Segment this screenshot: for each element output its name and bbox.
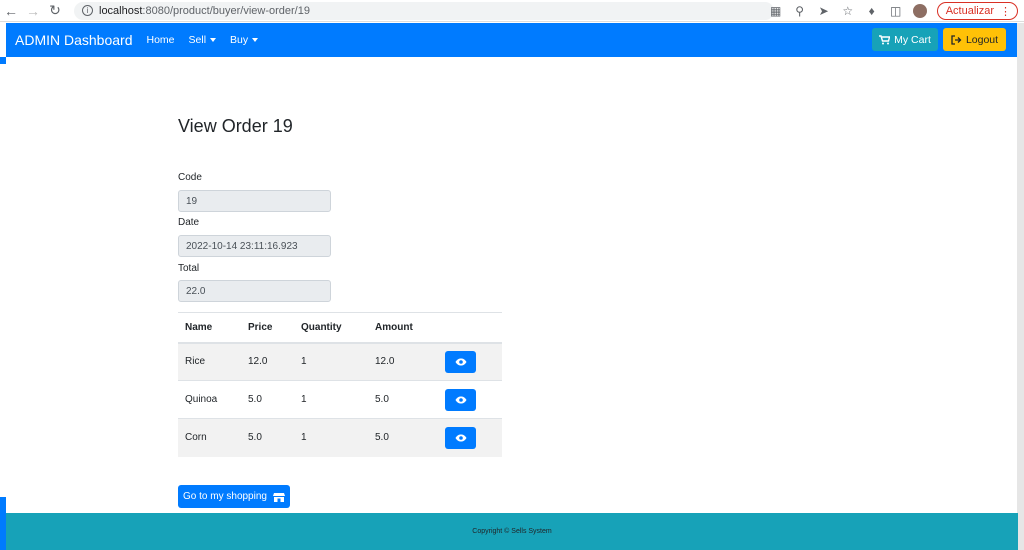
cell-amount: 12.0 xyxy=(368,342,438,381)
total-field: 22.0 xyxy=(178,280,331,302)
cell-price: 5.0 xyxy=(241,418,294,457)
page-title: View Order 19 xyxy=(178,116,293,136)
zoom-icon[interactable]: ⚲ xyxy=(793,4,807,18)
my-cart-button[interactable]: My Cart xyxy=(872,28,938,51)
update-button[interactable]: Actualizar ⋮ xyxy=(936,2,1018,20)
cell-quantity: 1 xyxy=(294,342,368,381)
cell-quantity: 1 xyxy=(294,380,368,419)
caret-down-icon xyxy=(252,38,259,42)
logout-icon xyxy=(951,34,962,45)
go-to-shopping-label: Go to my shopping xyxy=(183,491,267,502)
cell-amount: 5.0 xyxy=(368,380,438,419)
table-row: Rice 12.0 1 12.0 xyxy=(178,342,502,381)
forward-arrow-icon[interactable]: → xyxy=(22,0,44,22)
top-navbar: ADMIN Dashboard Home Sell Buy My Cart Lo… xyxy=(6,23,1018,57)
cell-action xyxy=(438,342,502,381)
view-item-button[interactable] xyxy=(445,388,476,411)
total-label: Total xyxy=(178,263,200,274)
header-amount: Amount xyxy=(368,312,438,344)
eye-icon xyxy=(455,434,466,442)
reload-icon[interactable]: ↻ xyxy=(44,0,66,22)
eye-icon xyxy=(455,358,466,366)
address-bar[interactable]: i localhost:8080/product/buyer/view-orde… xyxy=(74,1,774,20)
date-field: 2022-10-14 23:11:16.923 xyxy=(178,235,331,257)
back-arrow-icon[interactable]: ← xyxy=(0,0,22,22)
footer: Copyright © Sells System xyxy=(6,513,1018,550)
cell-amount: 5.0 xyxy=(368,418,438,457)
cell-action xyxy=(438,418,502,457)
logout-button[interactable]: Logout xyxy=(943,28,1006,51)
code-field: 19 xyxy=(178,190,331,212)
nav-home[interactable]: Home xyxy=(147,34,175,46)
url-host: localhost xyxy=(99,4,143,17)
star-icon[interactable]: ☆ xyxy=(841,4,855,18)
more-vertical-icon: ⋮ xyxy=(1000,5,1011,18)
header-actions xyxy=(438,312,502,344)
extensions-icon[interactable]: ♦ xyxy=(865,4,879,18)
cell-name: Rice xyxy=(178,342,241,381)
cell-name: Quinoa xyxy=(178,380,241,419)
order-items-table: Name Price Quantity Amount Rice 12.0 1 1… xyxy=(178,312,502,457)
nav-sell-label: Sell xyxy=(188,34,207,46)
browser-toolbar: ← → ↻ i localhost:8080/product/buyer/vie… xyxy=(0,0,1024,22)
cell-name: Corn xyxy=(178,418,241,457)
eye-icon xyxy=(455,396,466,403)
logout-label: Logout xyxy=(965,33,999,46)
header-name: Name xyxy=(178,312,241,344)
table-row: Corn 5.0 1 5.0 xyxy=(178,418,502,457)
scrollbar[interactable] xyxy=(1017,23,1024,550)
date-label: Date xyxy=(178,217,200,228)
code-label: Code xyxy=(178,172,202,183)
side-panel-icon[interactable]: ◫ xyxy=(889,4,903,18)
cart-icon xyxy=(879,34,891,44)
navbar-brand[interactable]: ADMIN Dashboard xyxy=(15,32,133,48)
info-icon[interactable]: i xyxy=(82,5,93,16)
cell-price: 12.0 xyxy=(241,342,294,381)
view-item-button[interactable] xyxy=(445,350,476,373)
translate-icon[interactable]: ▦ xyxy=(769,4,783,18)
nav-home-label: Home xyxy=(146,34,175,46)
header-price: Price xyxy=(241,312,294,344)
my-cart-label: My Cart xyxy=(894,33,931,46)
update-label: Actualizar xyxy=(945,5,994,17)
nav-buy-dropdown[interactable]: Buy xyxy=(230,34,259,46)
caret-down-icon xyxy=(210,38,217,42)
cell-price: 5.0 xyxy=(241,380,294,419)
nav-sell-dropdown[interactable]: Sell xyxy=(189,34,217,46)
view-item-button[interactable] xyxy=(445,426,476,449)
nav-buy-label: Buy xyxy=(230,34,249,46)
url-path: :8080/product/buyer/view-order/19 xyxy=(142,4,310,17)
send-icon[interactable]: ➤ xyxy=(817,4,831,18)
table-header-row: Name Price Quantity Amount xyxy=(178,312,502,344)
profile-avatar[interactable] xyxy=(912,4,927,18)
footer-copyright: Copyright © Sells System xyxy=(472,528,552,535)
cell-quantity: 1 xyxy=(294,418,368,457)
store-icon xyxy=(272,492,285,502)
go-to-shopping-button[interactable]: Go to my shopping xyxy=(178,485,290,508)
header-quantity: Quantity xyxy=(294,312,368,344)
table-row: Quinoa 5.0 1 5.0 xyxy=(178,380,502,419)
cell-action xyxy=(438,380,502,419)
edge-mark xyxy=(0,57,6,64)
